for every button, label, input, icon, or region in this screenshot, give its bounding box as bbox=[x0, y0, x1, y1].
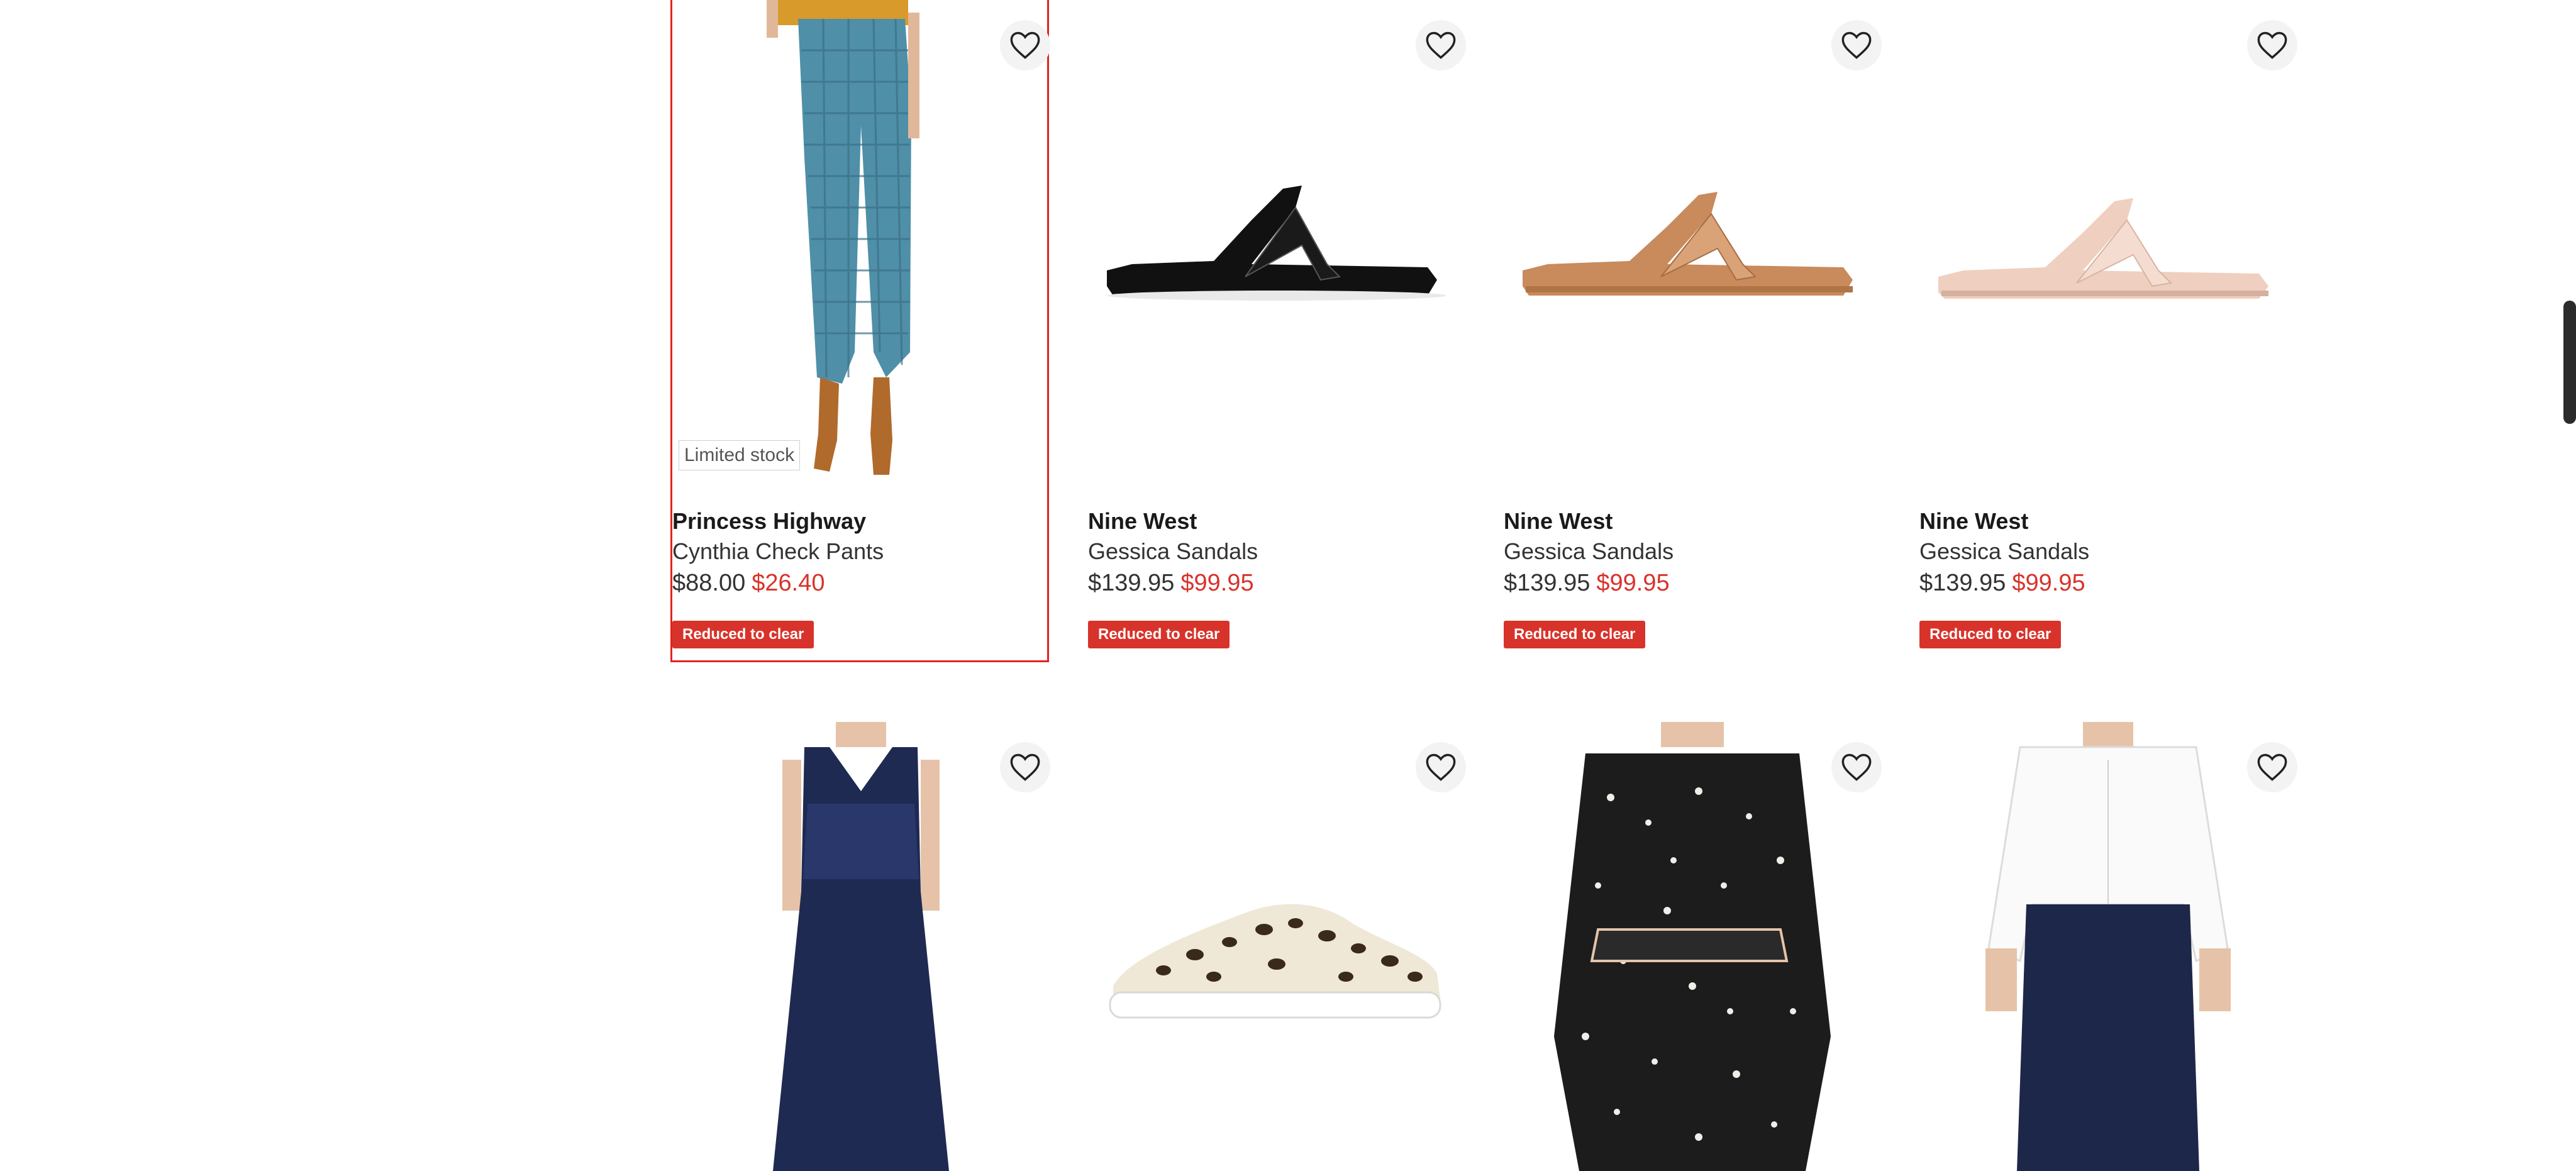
product-price: $139.95 $99.95 bbox=[1088, 570, 1254, 597]
product-card[interactable] bbox=[1088, 722, 1466, 1171]
limited-stock-badge: Limited stock bbox=[679, 440, 801, 470]
product-card[interactable]: Nine West Gessica Sandals $139.95 $99.95 … bbox=[1504, 0, 1882, 660]
heart-icon bbox=[1010, 31, 1040, 59]
reduced-to-clear-tag: Reduced to clear bbox=[672, 621, 814, 648]
wishlist-heart-button[interactable] bbox=[1000, 742, 1050, 792]
product-name[interactable]: Gessica Sandals bbox=[1919, 538, 2089, 565]
page-scrollbar[interactable] bbox=[2563, 301, 2576, 424]
wishlist-heart-button[interactable] bbox=[1000, 20, 1050, 70]
sale-price: $26.40 bbox=[752, 570, 825, 596]
product-grid: Limited stock Princess Highway Cynthia C… bbox=[670, 0, 2336, 1171]
product-image[interactable] bbox=[1088, 0, 1463, 484]
original-price: $139.95 bbox=[1504, 570, 1591, 596]
product-image[interactable] bbox=[1088, 722, 1463, 1171]
product-image[interactable] bbox=[672, 0, 1047, 484]
product-name[interactable]: Gessica Sandals bbox=[1088, 538, 1258, 565]
reduced-to-clear-tag: Reduced to clear bbox=[1088, 621, 1230, 648]
reduced-to-clear-tag: Reduced to clear bbox=[1919, 621, 2062, 648]
product-card[interactable] bbox=[1504, 722, 1882, 1171]
heart-icon bbox=[1426, 753, 1456, 781]
product-brand[interactable]: Nine West bbox=[1919, 508, 2028, 535]
sale-price: $99.95 bbox=[1180, 570, 1254, 596]
product-card[interactable]: Limited stock Princess Highway Cynthia C… bbox=[670, 0, 1050, 662]
original-price: $88.00 bbox=[672, 570, 746, 596]
wishlist-heart-button[interactable] bbox=[2247, 20, 2297, 70]
product-image[interactable] bbox=[672, 722, 1047, 1171]
product-image[interactable] bbox=[1504, 0, 1879, 484]
product-card[interactable] bbox=[1919, 722, 2297, 1171]
product-card[interactable]: Nine West Gessica Sandals $139.95 $99.95 … bbox=[1088, 0, 1466, 660]
wishlist-heart-button[interactable] bbox=[1831, 742, 1882, 792]
wishlist-heart-button[interactable] bbox=[1416, 20, 1466, 70]
product-card[interactable]: Nine West Gessica Sandals $139.95 $99.95 … bbox=[1919, 0, 2297, 660]
product-price: $139.95 $99.95 bbox=[1504, 570, 1670, 597]
product-image[interactable] bbox=[1919, 722, 2294, 1171]
original-price: $139.95 bbox=[1088, 570, 1175, 596]
product-brand[interactable]: Nine West bbox=[1088, 508, 1197, 535]
reduced-to-clear-tag: Reduced to clear bbox=[1504, 621, 1646, 648]
product-brand[interactable]: Princess Highway bbox=[672, 508, 866, 535]
heart-icon bbox=[1426, 31, 1456, 59]
product-name[interactable]: Cynthia Check Pants bbox=[672, 538, 884, 565]
sale-price: $99.95 bbox=[2012, 570, 2085, 596]
heart-icon bbox=[1010, 753, 1040, 781]
wishlist-heart-button[interactable] bbox=[1831, 20, 1882, 70]
product-image[interactable] bbox=[1919, 0, 2294, 484]
original-price: $139.95 bbox=[1919, 570, 2006, 596]
product-name[interactable]: Gessica Sandals bbox=[1504, 538, 1674, 565]
sale-price: $99.95 bbox=[1596, 570, 1670, 596]
product-card[interactable] bbox=[672, 722, 1050, 1171]
heart-icon bbox=[2257, 31, 2287, 59]
product-price: $88.00 $26.40 bbox=[672, 570, 824, 597]
product-price: $139.95 $99.95 bbox=[1919, 570, 2085, 597]
product-brand[interactable]: Nine West bbox=[1504, 508, 1613, 535]
wishlist-heart-button[interactable] bbox=[2247, 742, 2297, 792]
product-image[interactable] bbox=[1504, 722, 1879, 1171]
heart-icon bbox=[1841, 753, 1872, 781]
wishlist-heart-button[interactable] bbox=[1416, 742, 1466, 792]
heart-icon bbox=[2257, 753, 2287, 781]
heart-icon bbox=[1841, 31, 1872, 59]
